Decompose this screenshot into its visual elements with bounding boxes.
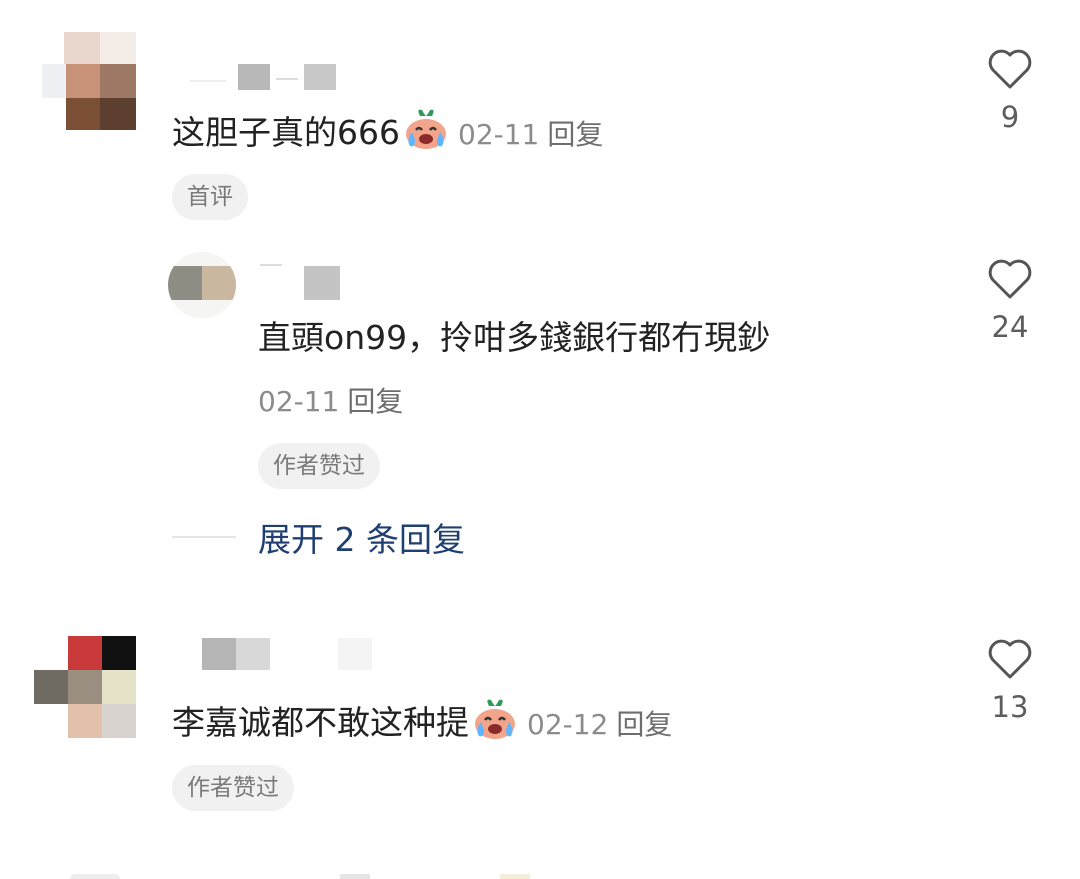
like-button[interactable]: 13 bbox=[978, 638, 1042, 724]
like-button[interactable]: 9 bbox=[978, 48, 1042, 134]
heart-icon bbox=[988, 259, 1032, 299]
heart-icon bbox=[988, 639, 1032, 679]
comment-date: 02-12 bbox=[527, 708, 609, 741]
reply-button[interactable]: 回复 bbox=[347, 385, 403, 418]
like-button[interactable]: 24 bbox=[978, 258, 1042, 344]
author-liked-badge: 作者赞过 bbox=[172, 765, 294, 811]
like-count: 9 bbox=[1000, 100, 1020, 134]
comment-date: 02-11 bbox=[458, 118, 540, 151]
comment-text: 李嘉诚都不敢这种提 bbox=[172, 703, 469, 742]
reply-button[interactable]: 回复 bbox=[616, 708, 672, 741]
author-liked-badge: 作者赞过 bbox=[258, 443, 380, 489]
reply-button[interactable]: 回复 bbox=[547, 118, 603, 151]
expand-divider bbox=[172, 536, 236, 538]
comment-text: 直頭on99，拎咁多錢銀行都冇現鈔 bbox=[258, 318, 771, 357]
crying-face-icon bbox=[402, 108, 450, 159]
comment-date: 02-11 bbox=[258, 385, 340, 418]
like-count: 24 bbox=[991, 310, 1029, 344]
expand-replies-button[interactable]: 展开 2 条回复 bbox=[258, 513, 465, 561]
avatar[interactable] bbox=[34, 636, 136, 738]
avatar[interactable] bbox=[168, 252, 236, 318]
crying-face-icon bbox=[471, 698, 519, 749]
heart-icon bbox=[988, 49, 1032, 89]
username[interactable] bbox=[202, 638, 372, 670]
username[interactable] bbox=[260, 264, 340, 300]
comment-text: 这胆子真的666 bbox=[172, 113, 400, 152]
username[interactable] bbox=[190, 64, 340, 90]
next-comment-peek bbox=[60, 872, 540, 879]
first-comment-badge: 首评 bbox=[172, 174, 248, 220]
like-count: 13 bbox=[991, 690, 1029, 724]
avatar[interactable] bbox=[42, 32, 136, 130]
